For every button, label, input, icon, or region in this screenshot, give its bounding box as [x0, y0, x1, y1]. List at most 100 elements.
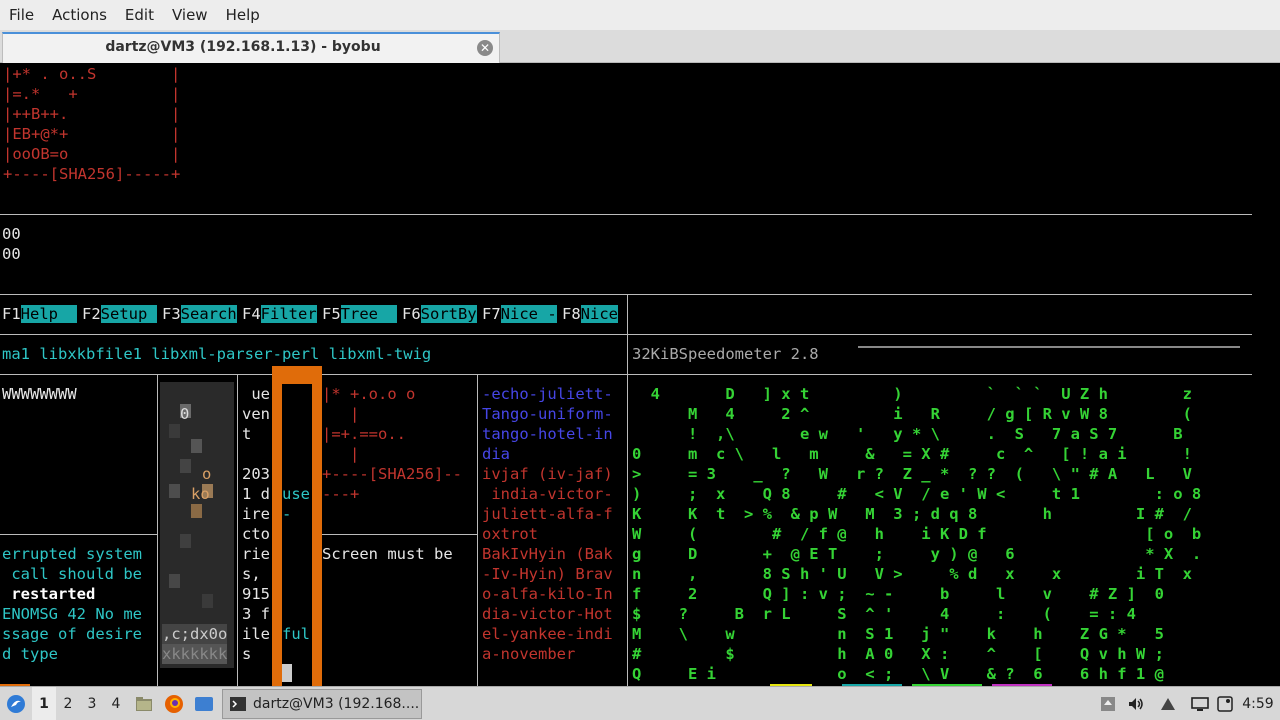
pane4-art: |* +.o.o o	[322, 385, 416, 403]
terminal-scrollbar[interactable]	[1262, 64, 1280, 686]
pane3-line: ue	[242, 385, 270, 403]
start-menu-icon[interactable]	[2, 687, 30, 720]
fkey-num: F2	[82, 305, 101, 323]
matrix-row: # $ h A 0 X : ^ [ Q v h W ;	[632, 645, 1164, 663]
fkey-filter[interactable]: F4Filter	[242, 304, 317, 324]
terminal-tab[interactable]: dartz@VM3 (192.168.1.13) - byobu ✕	[2, 32, 500, 63]
matrix-row: ) ; x Q 8 # < V / e ' W < t 1 : o 8	[632, 485, 1202, 503]
close-icon[interactable]: ✕	[477, 40, 493, 56]
pane5-red-line: oxtrot	[482, 525, 538, 543]
pane5-red-line: india-victor-	[482, 485, 613, 503]
matrix-row: 0 m c \ l m & = X # c ^ [ ! a i !	[632, 445, 1192, 463]
fkey-label: Filter	[260, 305, 317, 323]
clock[interactable]: 4:59	[1240, 687, 1276, 720]
pane1-line: errupted system	[2, 545, 142, 563]
fkey-search[interactable]: F3Search	[162, 304, 237, 324]
menu-file[interactable]: File	[4, 6, 39, 24]
taskbar-terminal-task[interactable]: dartz@VM3 (192.168....	[222, 689, 422, 719]
pane3-line: s	[242, 645, 252, 663]
pane4-art: +----[SHA256]--	[322, 465, 462, 483]
menu-view[interactable]: View	[167, 6, 213, 24]
matrix-row: K K t > % & p W M 3 ; d q 8 h I # /	[632, 505, 1192, 523]
randomart-line: |=.* + |	[3, 85, 181, 103]
fkey-label: Tree	[340, 305, 397, 323]
matrix-row: Q E i o < ; \ V & ? 6 6 h f 1 @	[632, 665, 1164, 683]
desktop-icon[interactable]	[192, 687, 216, 720]
fkey-num: F4	[242, 305, 261, 323]
pane1-line: ssage of desire	[2, 625, 142, 643]
menubar: File Actions Edit View Help	[0, 0, 1280, 30]
randomart-line: |+* . o..S |	[3, 65, 181, 83]
pane3-right-line: -	[282, 505, 292, 523]
pane5-red-line: BakIvHyin (Bak	[482, 545, 613, 563]
taskbar: 1 2 3 4 dartz@VM3 (192.168.... 4:59	[0, 686, 1280, 720]
pane4-art: |=+.==o..	[322, 425, 406, 443]
matrix-row: 4 D ] x t ) ` ` ` U Z h z	[632, 385, 1192, 403]
terminal-icon	[230, 697, 246, 711]
notification-icon[interactable]	[1214, 687, 1236, 720]
fkey-label: Setup	[100, 305, 157, 323]
pane4-art: ---+	[322, 485, 360, 503]
matrix-row: n , 8 S h ' U V > % d x x i T x	[632, 565, 1192, 583]
randomart-line: |ooOB=o |	[3, 145, 181, 163]
zero-line: 00	[2, 245, 21, 263]
upload-icon[interactable]	[1096, 687, 1120, 720]
pane5-red-line: juliett-alfa-f	[482, 505, 613, 523]
fkey-tree[interactable]: F5Tree	[322, 304, 397, 324]
workspace-3[interactable]: 3	[80, 687, 104, 720]
highlight-bar	[312, 366, 322, 686]
pane1-line: call should be	[2, 565, 142, 583]
fkey-sortby[interactable]: F6SortBy	[402, 304, 477, 324]
pane3-right-line: use	[282, 485, 310, 503]
randomart-line: |++B++. |	[3, 105, 181, 123]
pane1-line: d type	[2, 645, 58, 663]
workspace-2[interactable]: 2	[56, 687, 80, 720]
pane3-line: rie	[242, 545, 270, 563]
pane3-line: 3 f	[242, 605, 270, 623]
fkey-help[interactable]: F1Help	[2, 304, 77, 324]
menu-actions[interactable]: Actions	[47, 6, 112, 24]
pane5-blue-line: -echo-juliett-	[482, 385, 613, 403]
pane3-line: cto	[242, 525, 270, 543]
pane3-right-line: ful	[282, 625, 310, 643]
pane3-line: t	[242, 425, 252, 443]
fkey-num: F6	[402, 305, 421, 323]
fkey-num: F1	[2, 305, 21, 323]
menu-help[interactable]: Help	[221, 6, 265, 24]
fkey-nice-plus[interactable]: F8Nice	[562, 304, 618, 324]
pane-divider	[0, 294, 1252, 295]
pane-divider	[627, 374, 628, 686]
pane-divider	[477, 374, 478, 686]
pane-divider	[237, 374, 238, 686]
fkey-nice-minus[interactable]: F7Nice -	[482, 304, 557, 324]
pane3-line: ire	[242, 505, 270, 523]
workspace-1[interactable]: 1	[32, 687, 56, 720]
matrix-row: M \ w n S 1 j " k h Z G * 5	[632, 625, 1164, 643]
speedometer-rule	[858, 346, 1240, 348]
tab-strip: dartz@VM3 (192.168.1.13) - byobu ✕	[0, 30, 1280, 63]
firefox-icon[interactable]	[162, 687, 186, 720]
task-label: dartz@VM3 (192.168....	[253, 696, 420, 712]
cursor-block	[282, 664, 292, 682]
highlight-bar	[272, 366, 282, 686]
menu-edit[interactable]: Edit	[120, 6, 159, 24]
terminal-area[interactable]: |+* . o..S | |=.* + | |++B++. | |EB+@*+ …	[0, 64, 1280, 686]
pane3-line: s,	[242, 565, 261, 583]
fkey-setup[interactable]: F2Setup	[82, 304, 157, 324]
screen-message: Screen must be	[322, 545, 453, 563]
files-icon[interactable]	[132, 687, 156, 720]
display-icon[interactable]	[1188, 687, 1212, 720]
pane-divider	[322, 534, 477, 535]
workspace-4[interactable]: 4	[104, 687, 128, 720]
fkey-label: Nice	[580, 305, 618, 323]
network-icon[interactable]	[1156, 687, 1180, 720]
pane5-blue-line: dia	[482, 445, 510, 463]
pane5-red-line: o-alfa-kilo-In	[482, 585, 613, 603]
volume-icon[interactable]	[1124, 687, 1148, 720]
pane1-top: WWWWWWWW	[2, 385, 77, 403]
ascii-glyph: xkkkkkk	[162, 644, 228, 664]
matrix-row: > = 3 _ ? W r ? Z _ * ? ? ( \ " # A L V	[632, 465, 1192, 483]
pane5-blue-line: Tango-uniform-	[482, 405, 613, 423]
ascii-glyph: 0	[180, 405, 190, 423]
pane4-art: |	[322, 445, 360, 463]
